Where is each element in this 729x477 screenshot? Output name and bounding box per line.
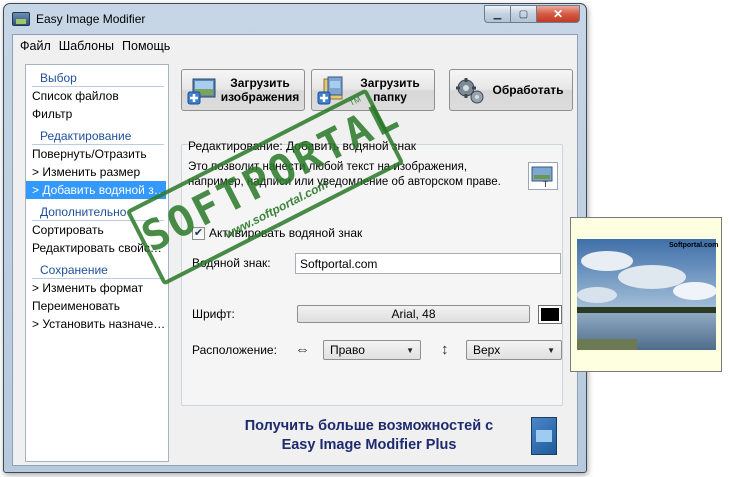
minimize-button[interactable]: ▁ — [484, 5, 510, 23]
watermark-panel: Редактирование: Добавить водяной знак Эт… — [181, 139, 563, 406]
vertical-position-value: Верх — [473, 343, 501, 357]
font-color-button[interactable] — [538, 305, 562, 324]
preview-watermark-text: Softportal.com — [669, 242, 719, 249]
close-icon: ✕ — [552, 7, 564, 21]
font-picker-button[interactable]: Arial, 48 — [297, 305, 530, 323]
image-preview: Softportal.com — [570, 217, 722, 372]
minimize-icon: ▁ — [493, 8, 502, 20]
sidebar-item-resize[interactable]: > Изменить размер — [26, 163, 166, 181]
sidebar-item-rotate[interactable]: Повернуть/Отразить — [26, 145, 166, 163]
section-save: Сохранение — [26, 261, 168, 279]
title-bar[interactable]: Easy Image Modifier ▁ ▢ ✕ — [4, 4, 586, 34]
enable-watermark-checkbox[interactable]: ✔ — [192, 226, 205, 240]
sidebar-item-watermark[interactable]: > Добавить водяной знак — [26, 181, 166, 199]
client-area: Файл Шаблоны Помощь Выбор Список файлов … — [12, 34, 578, 466]
upgrade-promo-link[interactable]: Получить больше возможностей с Easy Imag… — [233, 417, 505, 455]
main-window: Easy Image Modifier ▁ ▢ ✕ Файл Шаблоны П… — [3, 3, 587, 473]
maximize-icon: ▢ — [518, 8, 529, 20]
sidebar-item-edit-properties[interactable]: Редактировать свойства — [26, 239, 166, 257]
svg-text:T: T — [542, 180, 548, 189]
app-icon — [12, 12, 30, 26]
sidebar-item-rename[interactable]: Переименовать — [26, 297, 166, 315]
sidebar-item-file-list[interactable]: Список файлов — [26, 87, 166, 105]
section-select: Выбор — [26, 69, 168, 87]
horizontal-arrows-icon: ⇔ — [295, 341, 310, 358]
sidebar-item-sort[interactable]: Сортировать — [26, 221, 166, 239]
vertical-position-select[interactable]: Верх ▼ — [466, 340, 562, 360]
promo-line-2: Easy Image Modifier Plus — [281, 437, 457, 453]
window-title: Easy Image Modifier — [36, 12, 146, 26]
panel-title: Редактирование: Добавить водяной знак — [188, 139, 416, 153]
watermark-image-icon: T — [528, 162, 558, 190]
menu-bar: Файл Шаблоны Помощь — [13, 35, 577, 57]
gears-icon — [456, 78, 484, 104]
font-label: Шрифт: — [192, 307, 235, 321]
sidebar-item-destination[interactable]: > Установить назначение — [26, 315, 166, 333]
product-box-icon — [531, 417, 557, 455]
load-images-label: Загрузить изображения — [220, 76, 300, 104]
task-sidebar: Выбор Список файлов Фильтр Редактировани… — [25, 64, 169, 462]
panel-description: Это позволит нанести любой текст на изоб… — [188, 161, 501, 188]
process-label: Обработать — [492, 83, 564, 97]
enable-watermark-label: Активировать водяной знак — [209, 226, 363, 240]
load-images-icon — [187, 78, 216, 105]
load-images-button[interactable]: Загрузить изображения — [181, 69, 305, 111]
process-button[interactable]: Обработать — [449, 69, 573, 111]
chevron-down-icon: ▼ — [547, 345, 555, 355]
caption-buttons: ▁ ▢ ✕ — [484, 5, 580, 23]
close-button[interactable]: ✕ — [536, 5, 580, 23]
sidebar-item-filter[interactable]: Фильтр — [26, 105, 166, 123]
promo-line-1: Получить больше возможностей с — [244, 418, 494, 434]
horizontal-position-select[interactable]: Право ▼ — [323, 340, 421, 360]
position-label: Расположение: — [192, 343, 277, 357]
enable-watermark-row[interactable]: ✔ Активировать водяной знак — [192, 226, 362, 240]
load-folder-label: Загрузить папку — [360, 76, 420, 104]
load-folder-icon — [317, 76, 343, 105]
load-folder-button[interactable]: Загрузить папку — [311, 69, 435, 111]
watermark-text-label: Водяной знак: — [192, 256, 271, 270]
preview-photo — [577, 239, 716, 350]
maximize-button[interactable]: ▢ — [510, 5, 536, 23]
vertical-arrows-icon: ↕ — [441, 341, 449, 358]
section-edit: Редактирование — [26, 127, 168, 145]
horizontal-position-value: Право — [330, 343, 365, 357]
menu-templates[interactable]: Шаблоны — [58, 35, 121, 57]
chevron-down-icon: ▼ — [406, 345, 414, 355]
menu-file[interactable]: Файл — [19, 35, 58, 57]
sidebar-item-change-format[interactable]: > Изменить формат — [26, 279, 166, 297]
section-extra: Дополнительно — [26, 203, 168, 221]
watermark-text-input[interactable]: Softportal.com — [295, 253, 561, 274]
menu-help[interactable]: Помощь — [121, 35, 177, 57]
